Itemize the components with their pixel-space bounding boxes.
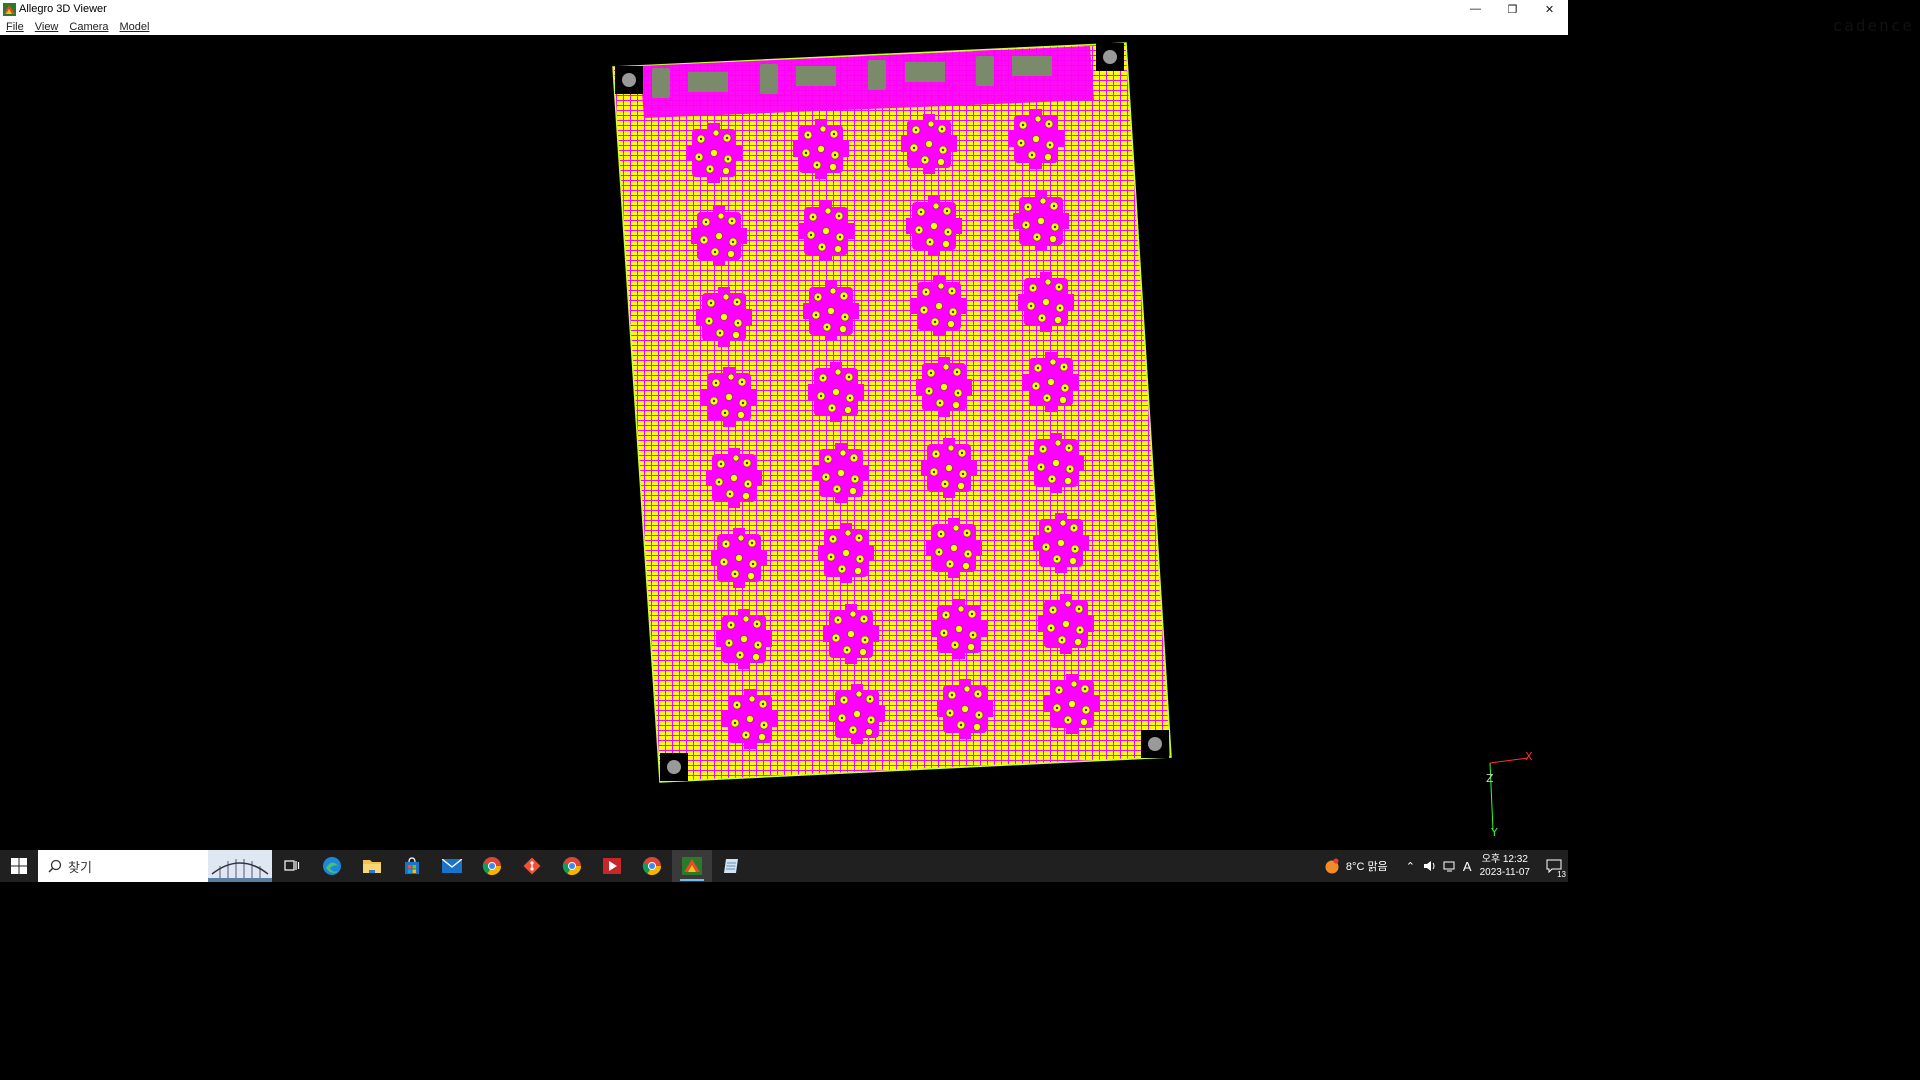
file-explorer-icon — [363, 860, 381, 873]
store-icon — [405, 857, 419, 874]
cadence-logo: cadence — [1832, 16, 1914, 35]
chrome-profile-button[interactable] — [632, 850, 672, 882]
windows-start-button[interactable] — [0, 850, 38, 882]
notification-count-badge: 13 — [1557, 870, 1566, 879]
system-tray: 8°C 맑음 ⌃ A 오후 12:32 2023-11-07 13 — [1324, 850, 1568, 882]
task-view-button[interactable] — [272, 850, 312, 882]
notepad-icon — [724, 859, 738, 873]
chrome-alt-button[interactable] — [552, 850, 592, 882]
ime-indicator[interactable]: A — [1463, 859, 1472, 874]
store-button[interactable] — [392, 850, 432, 882]
close-button[interactable]: ✕ — [1531, 0, 1568, 18]
axis-x-label: X — [1525, 750, 1533, 763]
edge-button[interactable] — [312, 850, 352, 882]
axis-z-label: Z — [1486, 772, 1494, 785]
3d-viewport[interactable]: X Z Y — [0, 35, 1568, 850]
allegro-taskbar-button[interactable] — [672, 850, 712, 882]
chrome-button[interactable] — [472, 850, 512, 882]
axis-y-label: Y — [1491, 826, 1498, 839]
network-icon[interactable] — [1443, 859, 1457, 873]
search-highlight-image — [208, 850, 272, 882]
menu-camera[interactable]: Camera — [69, 21, 108, 33]
restore-button[interactable]: ❐ — [1494, 0, 1531, 18]
task-view-icon — [284, 860, 300, 871]
media-button[interactable] — [592, 850, 632, 882]
mail-icon — [442, 859, 462, 873]
notification-center-button[interactable]: 13 — [1540, 850, 1568, 882]
menu-file[interactable]: File — [6, 21, 24, 33]
chrome-alt-icon — [562, 857, 581, 876]
window-title: Allegro 3D Viewer — [19, 3, 107, 15]
chrome-icon — [482, 857, 501, 876]
title-bar: Allegro 3D Viewer — ❐ ✕ — [0, 0, 1568, 18]
allegro-icon — [682, 857, 702, 875]
menu-model[interactable]: Model — [120, 21, 150, 33]
weather-text[interactable]: 8°C 맑음 — [1346, 858, 1388, 874]
search-icon — [48, 859, 62, 873]
clock[interactable]: 오후 12:32 2023-11-07 — [1480, 853, 1530, 879]
window-controls: — ❐ ✕ — [1457, 0, 1568, 18]
pcb-board-view[interactable] — [0, 35, 1568, 850]
taskbar-search[interactable]: 찾기 — [38, 850, 272, 882]
axis-triad: X Z Y — [1480, 750, 1540, 840]
chrome-profile-icon — [642, 857, 661, 876]
allegro-app-icon — [3, 2, 16, 16]
menu-view[interactable]: View — [35, 21, 59, 33]
clock-date: 2023-11-07 — [1479, 867, 1530, 878]
search-placeholder: 찾기 — [68, 859, 92, 875]
menu-bar: File View Camera Model — [0, 18, 1568, 35]
notepad-button[interactable] — [712, 850, 752, 882]
minimize-button[interactable]: — — [1457, 0, 1494, 18]
windows-start-icon — [11, 858, 27, 874]
volume-icon[interactable] — [1423, 859, 1437, 873]
file-explorer-button[interactable] — [352, 850, 392, 882]
git-button[interactable] — [512, 850, 552, 882]
taskbar: 찾기 8°C 맑음 ⌃ A 오후 12:32 2023-11-07 13 — [0, 850, 1568, 882]
show-hidden-icons-chevron-icon[interactable]: ⌃ — [1406, 860, 1415, 873]
media-icon — [603, 858, 621, 874]
mail-button[interactable] — [432, 850, 472, 882]
weather-icon — [1325, 858, 1339, 874]
edge-icon — [323, 857, 341, 875]
git-icon — [523, 857, 541, 875]
clock-time: 오후 12:32 — [1481, 854, 1528, 865]
